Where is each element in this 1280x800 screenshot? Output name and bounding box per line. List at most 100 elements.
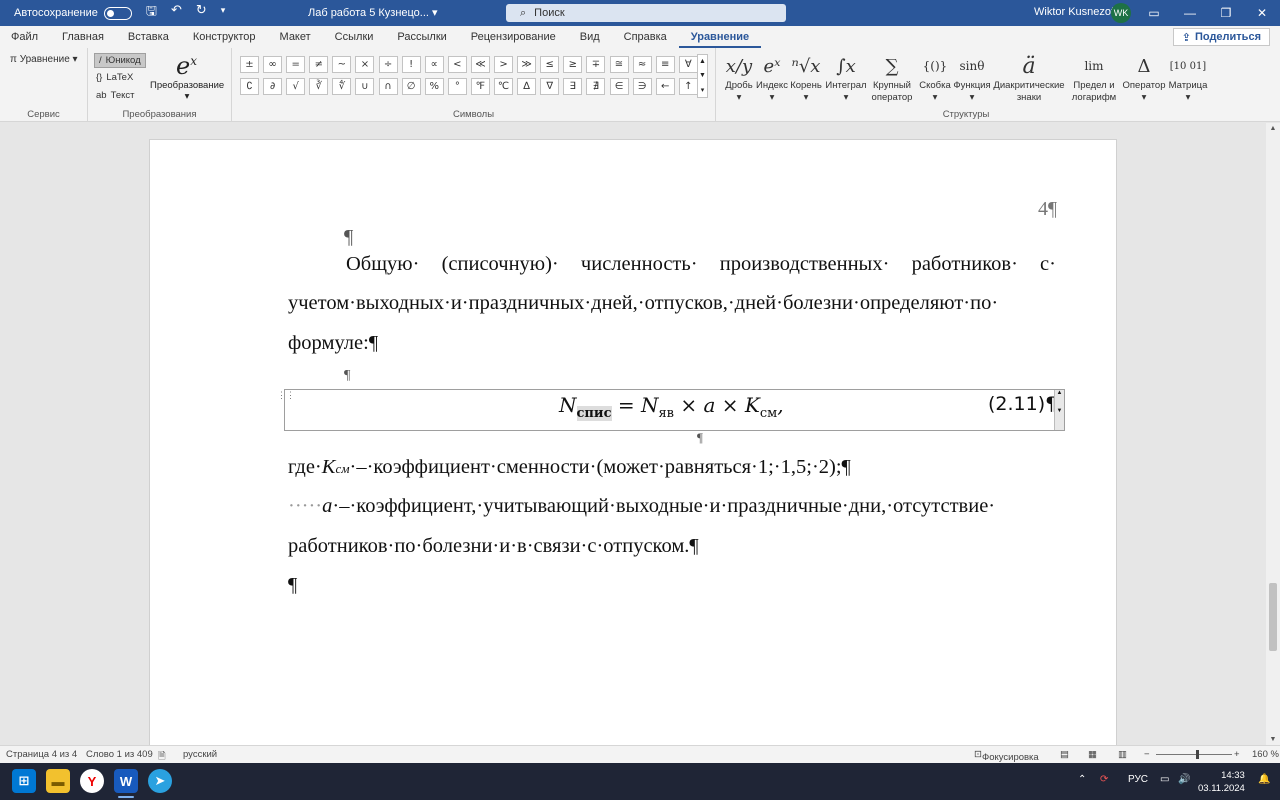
formula[interactable]: Nспис = Nяв × a × Kсм, (559, 393, 784, 421)
tray-chevron-icon[interactable]: ⌃ (1078, 774, 1086, 785)
symbol-button[interactable]: ≫ (517, 56, 537, 73)
large-operator-button[interactable]: ∑ Крупный оператор (866, 52, 918, 104)
zoom-thumb[interactable] (1196, 750, 1199, 759)
focus-button[interactable]: ⊡ Фокусировка (974, 749, 1039, 763)
tab-review[interactable]: Рецензирование (459, 26, 568, 48)
equation-options-icon[interactable]: ▲ ▼ (1054, 390, 1064, 430)
equation-handle[interactable]: ⋮⋮ (277, 390, 295, 401)
fraction-button[interactable]: x/y Дробь ▾ (723, 52, 755, 104)
close-icon[interactable]: ✕ (1244, 0, 1280, 26)
zoom-in-icon[interactable]: + (1234, 749, 1240, 760)
symbol-button[interactable]: ≪ (470, 56, 490, 73)
symbol-button[interactable]: ≠ (309, 56, 329, 73)
symbol-button[interactable]: ∪ (355, 78, 375, 95)
zoom-slider[interactable] (1156, 754, 1232, 755)
symbol-button[interactable]: ∈ (609, 78, 629, 95)
radical-button[interactable]: ⁿ√x Корень ▾ (788, 52, 824, 104)
tab-insert[interactable]: Вставка (116, 26, 181, 48)
volume-icon[interactable]: 🔊 (1178, 774, 1190, 785)
language-status[interactable]: русский (183, 749, 217, 760)
latex-option[interactable]: {} LaTeX (96, 72, 133, 83)
scroll-thumb[interactable] (1269, 583, 1277, 651)
symbol-button[interactable]: ∁ (240, 78, 259, 95)
symbol-button[interactable]: ~ (332, 56, 352, 73)
function-button[interactable]: sinθ Функция ▾ (952, 52, 992, 104)
tab-design[interactable]: Конструктор (181, 26, 268, 48)
symbol-button[interactable]: √ (286, 78, 306, 95)
symbol-button[interactable]: ≈ (632, 56, 652, 73)
word-count[interactable]: Слово 1 из 409 (86, 749, 153, 760)
symbol-button[interactable]: ∩ (378, 78, 398, 95)
symbols-scroll[interactable]: ▲ ▼ ▾ (697, 54, 708, 98)
symbol-button[interactable]: ∆ (517, 78, 537, 95)
ribbon-display-icon[interactable]: ▭ (1136, 0, 1172, 26)
symbol-button[interactable]: ! (401, 56, 421, 73)
bracket-button[interactable]: {()} Скобка ▾ (918, 52, 952, 104)
symbol-button[interactable]: ∅ (401, 78, 421, 95)
notifications-icon[interactable]: 🔔 (1258, 774, 1270, 785)
symbol-button[interactable]: ∂ (263, 78, 283, 95)
symbol-button[interactable]: × (355, 56, 375, 73)
minimize-icon[interactable]: — (1172, 0, 1208, 26)
operator-button[interactable]: Δ Оператор ▾ (1122, 52, 1166, 104)
yandex-browser-icon[interactable]: Y (80, 769, 104, 793)
file-explorer-icon[interactable]: ▬ (46, 769, 70, 793)
symbol-button[interactable]: ← (655, 78, 675, 95)
symbol-button[interactable]: ∝ (424, 56, 444, 73)
display-icon[interactable]: ▭ (1160, 774, 1169, 785)
web-layout-icon[interactable]: ▥ (1118, 749, 1127, 760)
symbol-button[interactable]: % (424, 78, 444, 95)
tab-layout[interactable]: Макет (268, 26, 323, 48)
convert-icon[interactable]: ex (176, 52, 197, 80)
avatar[interactable]: WK (1111, 3, 1131, 23)
telegram-icon[interactable]: ➤ (148, 769, 172, 793)
tab-file[interactable]: Файл (0, 26, 50, 48)
read-mode-icon[interactable]: ▤ (1060, 749, 1069, 760)
symbol-button[interactable]: > (494, 56, 514, 73)
scroll-down-icon[interactable]: ▼ (1266, 736, 1280, 743)
tab-mailings[interactable]: Рассылки (385, 26, 458, 48)
symbol-button[interactable]: ℉ (470, 78, 490, 95)
symbol-button[interactable]: ≡ (655, 56, 675, 73)
tab-view[interactable]: Вид (568, 26, 612, 48)
symbol-button[interactable]: ∋ (632, 78, 652, 95)
symbol-button[interactable]: ∇ (540, 78, 560, 95)
symbol-button[interactable]: ∜ (332, 78, 352, 95)
search-box[interactable]: ⌕ Поиск (506, 4, 786, 22)
page-status[interactable]: Страница 4 из 4 (6, 749, 77, 760)
script-button[interactable]: eˣ Индекс ▾ (756, 52, 788, 104)
convert-button[interactable]: Преобразование ▾ (150, 80, 224, 102)
integral-button[interactable]: ∫x Интеграл ▾ (824, 52, 868, 104)
symbol-button[interactable]: ∓ (586, 56, 606, 73)
limit-log-button[interactable]: lim Предел и логарифм (1066, 52, 1122, 104)
matrix-button[interactable]: [10 01] Матрица ▾ (1166, 52, 1210, 104)
symbol-button[interactable]: ≤ (540, 56, 560, 73)
user-name[interactable]: Wiktor Kusnezoff (1034, 6, 1117, 18)
symbol-button[interactable]: ≥ (563, 56, 583, 73)
customize-qat-icon[interactable]: ▾ (221, 2, 226, 24)
clock[interactable]: 14:33 03.11.2024 (1198, 769, 1245, 795)
symbol-button[interactable]: ℃ (494, 78, 514, 95)
save-icon[interactable]: 🖫 (146, 2, 157, 24)
symbol-button[interactable]: < (447, 56, 467, 73)
symbol-button[interactable]: ∞ (263, 56, 283, 73)
redo-icon[interactable]: ↻ (196, 2, 207, 24)
print-layout-icon[interactable]: ▦ (1088, 749, 1097, 760)
symbol-button[interactable]: ÷ (378, 56, 398, 73)
zoom-level[interactable]: 160 % (1252, 749, 1279, 760)
symbol-button[interactable]: = (286, 56, 306, 73)
page[interactable]: 4¶ ¶ Общую· (списочную)· численность· пр… (149, 139, 1117, 759)
autosave[interactable]: Автосохранение (14, 6, 132, 20)
word-icon[interactable]: W (114, 769, 138, 793)
accent-button[interactable]: ä Диакритические знаки (992, 52, 1066, 104)
symbol-button[interactable]: ∄ (586, 78, 606, 95)
symbol-button[interactable]: ∛ (309, 78, 329, 95)
zoom-out-icon[interactable]: − (1144, 749, 1150, 760)
unicode-option[interactable]: / Юникод (94, 53, 146, 68)
maximize-icon[interactable]: ❐ (1208, 0, 1244, 26)
tab-references[interactable]: Ссылки (323, 26, 386, 48)
undo-icon[interactable]: ↶ (171, 2, 182, 24)
symbol-button[interactable]: ∃ (563, 78, 583, 95)
share-button[interactable]: ⇪ Поделиться (1172, 28, 1270, 46)
symbol-button[interactable]: ± (240, 56, 259, 73)
